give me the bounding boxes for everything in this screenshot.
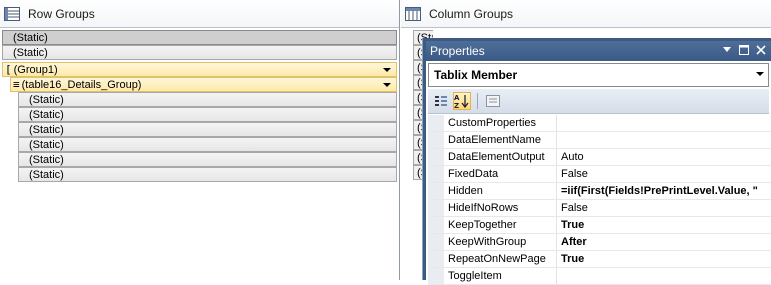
- window-menu-icon[interactable]: [721, 43, 733, 57]
- property-row[interactable]: ToggleItem: [428, 268, 771, 285]
- property-value[interactable]: Auto: [557, 149, 771, 165]
- row-group-group1[interactable]: [(Group1): [2, 62, 397, 77]
- toolbar-separator: [477, 93, 478, 109]
- column-groups-icon: [405, 6, 421, 21]
- svg-text:Z: Z: [454, 102, 459, 109]
- row-groups-pane: Row Groups (Static) (Static) [(Group1) ≡…: [0, 0, 400, 280]
- property-value[interactable]: [557, 115, 771, 131]
- details-group-label: (table16_Details_Group): [21, 79, 142, 91]
- property-name: ToggleItem: [444, 268, 557, 284]
- row-group-static-3[interactable]: (Static): [18, 92, 397, 107]
- group-bracket-icon: [: [5, 63, 12, 76]
- properties-title: Properties: [430, 44, 485, 58]
- property-row[interactable]: HideIfNoRows False: [428, 200, 771, 217]
- property-name: DataElementOutput: [444, 149, 557, 165]
- properties-title-bar[interactable]: Properties: [426, 41, 771, 61]
- object-selector[interactable]: Tablix Member: [428, 63, 769, 87]
- property-value[interactable]: After: [557, 234, 771, 250]
- properties-toolbar: AZ: [428, 89, 769, 114]
- property-value[interactable]: =iif(First(Fields!PrePrintLevel.Value, ": [557, 183, 771, 199]
- property-name: DataElementName: [444, 132, 557, 148]
- row-group-static-1[interactable]: (Static): [2, 30, 397, 45]
- details-group-icon: ≡: [13, 78, 20, 91]
- row-group-static-6[interactable]: (Static): [18, 137, 397, 152]
- maximize-icon[interactable]: [738, 43, 750, 57]
- svg-text:A: A: [454, 94, 460, 102]
- property-name: HideIfNoRows: [444, 200, 557, 216]
- property-row[interactable]: KeepWithGroup After: [428, 234, 771, 251]
- property-value[interactable]: True: [557, 217, 771, 233]
- close-icon[interactable]: [755, 43, 767, 57]
- property-pages-icon[interactable]: [484, 92, 502, 110]
- group1-dropdown-arrow[interactable]: [380, 64, 394, 75]
- object-selector-value: Tablix Member: [434, 68, 518, 82]
- property-value[interactable]: True: [557, 251, 771, 267]
- chevron-down-icon[interactable]: [754, 67, 766, 81]
- column-groups-title: Column Groups: [429, 6, 514, 21]
- group1-label: (Group1): [13, 64, 58, 76]
- row-group-static-4[interactable]: (Static): [18, 107, 397, 122]
- row-groups-icon: [4, 6, 20, 21]
- details-dropdown-arrow[interactable]: [380, 79, 394, 90]
- property-value[interactable]: [557, 268, 771, 284]
- property-row[interactable]: FixedData False: [428, 166, 771, 183]
- property-row[interactable]: Hidden =iif(First(Fields!PrePrintLevel.Va…: [428, 183, 771, 200]
- property-row[interactable]: KeepTogether True: [428, 217, 771, 234]
- property-value[interactable]: False: [557, 166, 771, 182]
- property-name: RepeatOnNewPage: [444, 251, 557, 267]
- row-groups-title: Row Groups: [28, 6, 95, 21]
- property-name: FixedData: [444, 166, 557, 182]
- properties-window: Properties Tablix Member AZ CustomProper…: [423, 38, 771, 285]
- property-value[interactable]: [557, 132, 771, 148]
- row-groups-header: Row Groups: [0, 0, 399, 28]
- property-row[interactable]: RepeatOnNewPage True: [428, 251, 771, 268]
- property-row[interactable]: DataElementOutput Auto: [428, 149, 771, 166]
- property-grid: CustomProperties DataElementName DataEle…: [428, 115, 771, 285]
- property-value[interactable]: False: [557, 200, 771, 216]
- row-group-static-7[interactable]: (Static): [18, 152, 397, 167]
- row-group-static-8[interactable]: (Static): [18, 167, 397, 182]
- categorized-icon[interactable]: [432, 92, 450, 110]
- property-row[interactable]: DataElementName: [428, 132, 771, 149]
- column-groups-header: Column Groups: [401, 0, 771, 28]
- row-group-table16-details[interactable]: ≡ (table16_Details_Group): [10, 77, 397, 92]
- alphabetical-sort-icon[interactable]: AZ: [453, 92, 471, 110]
- property-name: Hidden: [444, 183, 557, 199]
- row-group-static-2[interactable]: (Static): [2, 45, 397, 60]
- property-row[interactable]: CustomProperties: [428, 115, 771, 132]
- property-name: KeepWithGroup: [444, 234, 557, 250]
- row-group-static-5[interactable]: (Static): [18, 122, 397, 137]
- property-name: KeepTogether: [444, 217, 557, 233]
- property-name: CustomProperties: [444, 115, 557, 131]
- row-groups-list: (Static) (Static) [(Group1) ≡ (table16_De…: [2, 30, 397, 182]
